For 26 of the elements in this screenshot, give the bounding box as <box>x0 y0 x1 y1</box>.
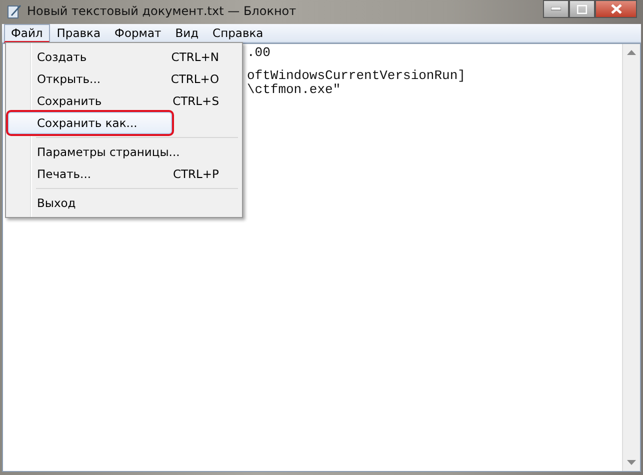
minimize-icon <box>551 7 561 11</box>
text-line: \ctfmon.exe" <box>247 82 341 97</box>
menu-item[interactable]: Выход <box>8 192 240 214</box>
close-icon <box>610 4 622 14</box>
scroll-down-icon[interactable] <box>627 460 636 465</box>
menu-item[interactable]: Файл <box>4 24 50 42</box>
scroll-up-icon[interactable] <box>627 50 636 55</box>
scrollbar[interactable] <box>622 44 640 471</box>
minimize-button[interactable] <box>543 0 569 18</box>
text-line: oftWindowsCurrentVersionRun] <box>247 68 466 83</box>
menu-item[interactable]: Формат <box>108 24 168 42</box>
text-line: .00 <box>247 45 270 60</box>
menu-item[interactable]: Печать... CTRL+P <box>8 163 240 185</box>
window-title: Новый текстовый документ.txt — Блокнот <box>27 4 296 18</box>
menu-item[interactable]: Правка <box>50 24 108 42</box>
maximize-button[interactable] <box>569 0 595 18</box>
menu-item[interactable]: Сохранить CTRL+S <box>8 90 240 112</box>
maximize-icon <box>577 4 587 14</box>
menu-item[interactable]: Вид <box>168 24 206 42</box>
close-button[interactable] <box>595 0 637 18</box>
menu-item[interactable]: Сохранить как... <box>8 112 172 134</box>
menu-item[interactable]: Справка <box>206 24 270 42</box>
menu-item[interactable]: Параметры страницы... <box>8 141 240 163</box>
notepad-icon <box>6 3 22 19</box>
menu-item[interactable]: Создать CTRL+N <box>8 46 240 68</box>
menu-item[interactable]: Открыть... CTRL+O <box>8 68 240 90</box>
